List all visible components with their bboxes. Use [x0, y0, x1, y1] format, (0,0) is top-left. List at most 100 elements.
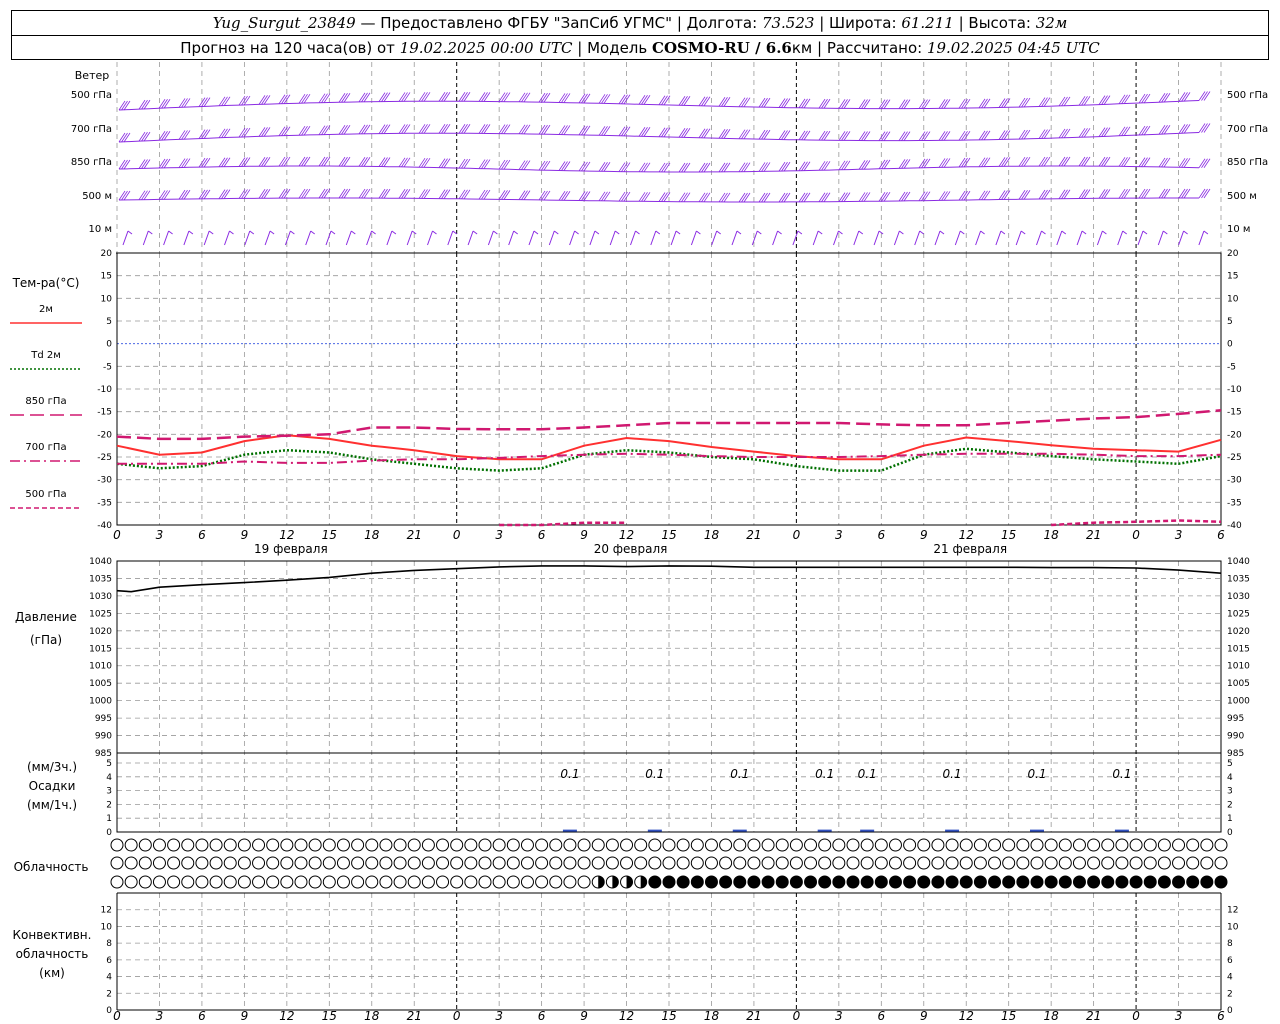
cloud-symbol	[804, 856, 818, 870]
cloud-symbol	[1186, 856, 1200, 870]
wind-barb-10m	[203, 230, 210, 246]
wind-line	[118, 132, 1200, 143]
cloud-symbol	[464, 838, 478, 852]
temp-tick-left: -25	[97, 453, 112, 463]
cloud-symbol	[973, 875, 987, 889]
cloud-symbol	[605, 838, 619, 852]
temp-tick-left: 5	[106, 317, 112, 327]
cloud-symbol	[280, 875, 294, 889]
hour-tick-label: 12	[959, 528, 974, 542]
cloud-symbol	[846, 856, 860, 870]
cloud-symbol	[110, 856, 124, 870]
wind-title: Ветер	[75, 69, 109, 82]
conv-unit: (км)	[39, 966, 65, 980]
wind-barb-10m	[995, 230, 1002, 246]
wind-barb-10m	[386, 230, 393, 246]
wind-level-label: 500 гПа	[71, 90, 112, 101]
cloud-symbol	[535, 856, 549, 870]
cloud-symbol	[294, 838, 308, 852]
wind-barb-10m	[919, 230, 925, 235]
hour-tick-label: 0	[113, 528, 121, 542]
cloud-symbol	[874, 838, 888, 852]
cloud-symbol	[563, 838, 577, 852]
wind-barb-10m	[792, 230, 799, 246]
cloud-symbol	[266, 875, 280, 889]
cloud-symbol	[874, 875, 888, 889]
wind-barb-10m	[812, 230, 819, 246]
cloud-symbol	[662, 875, 676, 889]
hour-tick-label: 12	[619, 1009, 634, 1023]
wind-barb-10m	[569, 230, 576, 246]
cloud-symbol	[266, 856, 280, 870]
cloud-symbol	[888, 838, 902, 852]
precip-bar	[647, 829, 662, 832]
wind-barb-10m	[959, 230, 965, 235]
wind-barb-10m	[508, 230, 515, 246]
cloud-symbol	[549, 875, 563, 889]
cloud-symbol	[662, 856, 676, 870]
cloud-symbol	[280, 838, 294, 852]
wind-barb-10m	[1015, 230, 1022, 246]
pressure-tick-left: 990	[95, 732, 112, 742]
hour-tick-label: 6	[877, 1009, 885, 1023]
cloud-symbol	[436, 856, 450, 870]
temp-tick-left: 0	[106, 340, 112, 350]
cloud-symbol	[860, 838, 874, 852]
pressure-unit: (гПа)	[30, 633, 62, 647]
hour-tick-label: 6	[877, 528, 885, 542]
hour-tick-label: 18	[1044, 528, 1060, 542]
cloud-symbol	[365, 875, 379, 889]
temp-tick-right: -30	[1227, 476, 1242, 486]
wind-level-label-right: 700 гПа	[1227, 124, 1268, 135]
pressure-tick-left: 1005	[89, 679, 112, 689]
cloud-symbol	[167, 856, 181, 870]
cloud-symbol	[577, 838, 591, 852]
cloud-symbol	[1129, 856, 1143, 870]
cloud-symbol	[888, 875, 902, 889]
cloud-symbol	[379, 856, 393, 870]
cloud-symbol	[181, 856, 195, 870]
hour-tick-label: 0	[793, 528, 801, 542]
cloud-symbol	[379, 875, 393, 889]
cloud-symbol	[138, 856, 152, 870]
cloud-symbol	[959, 875, 973, 889]
cloud-symbol	[1172, 856, 1186, 870]
wind-barb-10m	[853, 230, 860, 246]
cloud-symbol	[294, 856, 308, 870]
cloud-symbol	[209, 856, 223, 870]
cloud-symbol	[1058, 875, 1072, 889]
cloud-symbol	[266, 838, 280, 852]
temp-tick-left: 20	[101, 249, 113, 259]
precip-bar	[1114, 829, 1129, 832]
cloud-symbol	[832, 838, 846, 852]
cloud-symbol	[903, 875, 917, 889]
hour-tick-label: 6	[198, 1009, 206, 1023]
cloud-symbol	[492, 875, 506, 889]
cloud-symbol	[407, 875, 421, 889]
cloud-symbol	[1072, 838, 1086, 852]
hour-tick-label: 12	[279, 1009, 294, 1023]
wind-barb-10m	[934, 230, 941, 246]
cloud-symbol	[690, 856, 704, 870]
wind-barb-10m	[670, 230, 677, 246]
precip-value-label: 0.1	[1027, 767, 1046, 781]
cloud-symbol	[549, 856, 563, 870]
temp-tick-left: 15	[101, 272, 112, 282]
hour-tick-label: 6	[1217, 528, 1225, 542]
hour-tick-label: 0	[113, 1009, 121, 1023]
cloud-symbol	[492, 856, 506, 870]
cloud-symbol	[1087, 875, 1101, 889]
cloud-symbol	[1200, 838, 1214, 852]
precip-tick-left: 1	[106, 814, 112, 824]
wind-barb-10m	[817, 230, 823, 235]
cloud-symbol	[761, 875, 775, 889]
cloud-symbol	[804, 875, 818, 889]
cloud-symbol	[662, 838, 676, 852]
temp-tick-right: -35	[1227, 498, 1242, 508]
wind-barb-10m	[975, 230, 982, 246]
temp-tick-right: -20	[1227, 430, 1242, 440]
conv-tick-right: 10	[1227, 922, 1239, 932]
temp-tick-right: 0	[1227, 340, 1233, 350]
wind-barb-10m	[630, 230, 636, 246]
cloud-symbol	[124, 856, 138, 870]
